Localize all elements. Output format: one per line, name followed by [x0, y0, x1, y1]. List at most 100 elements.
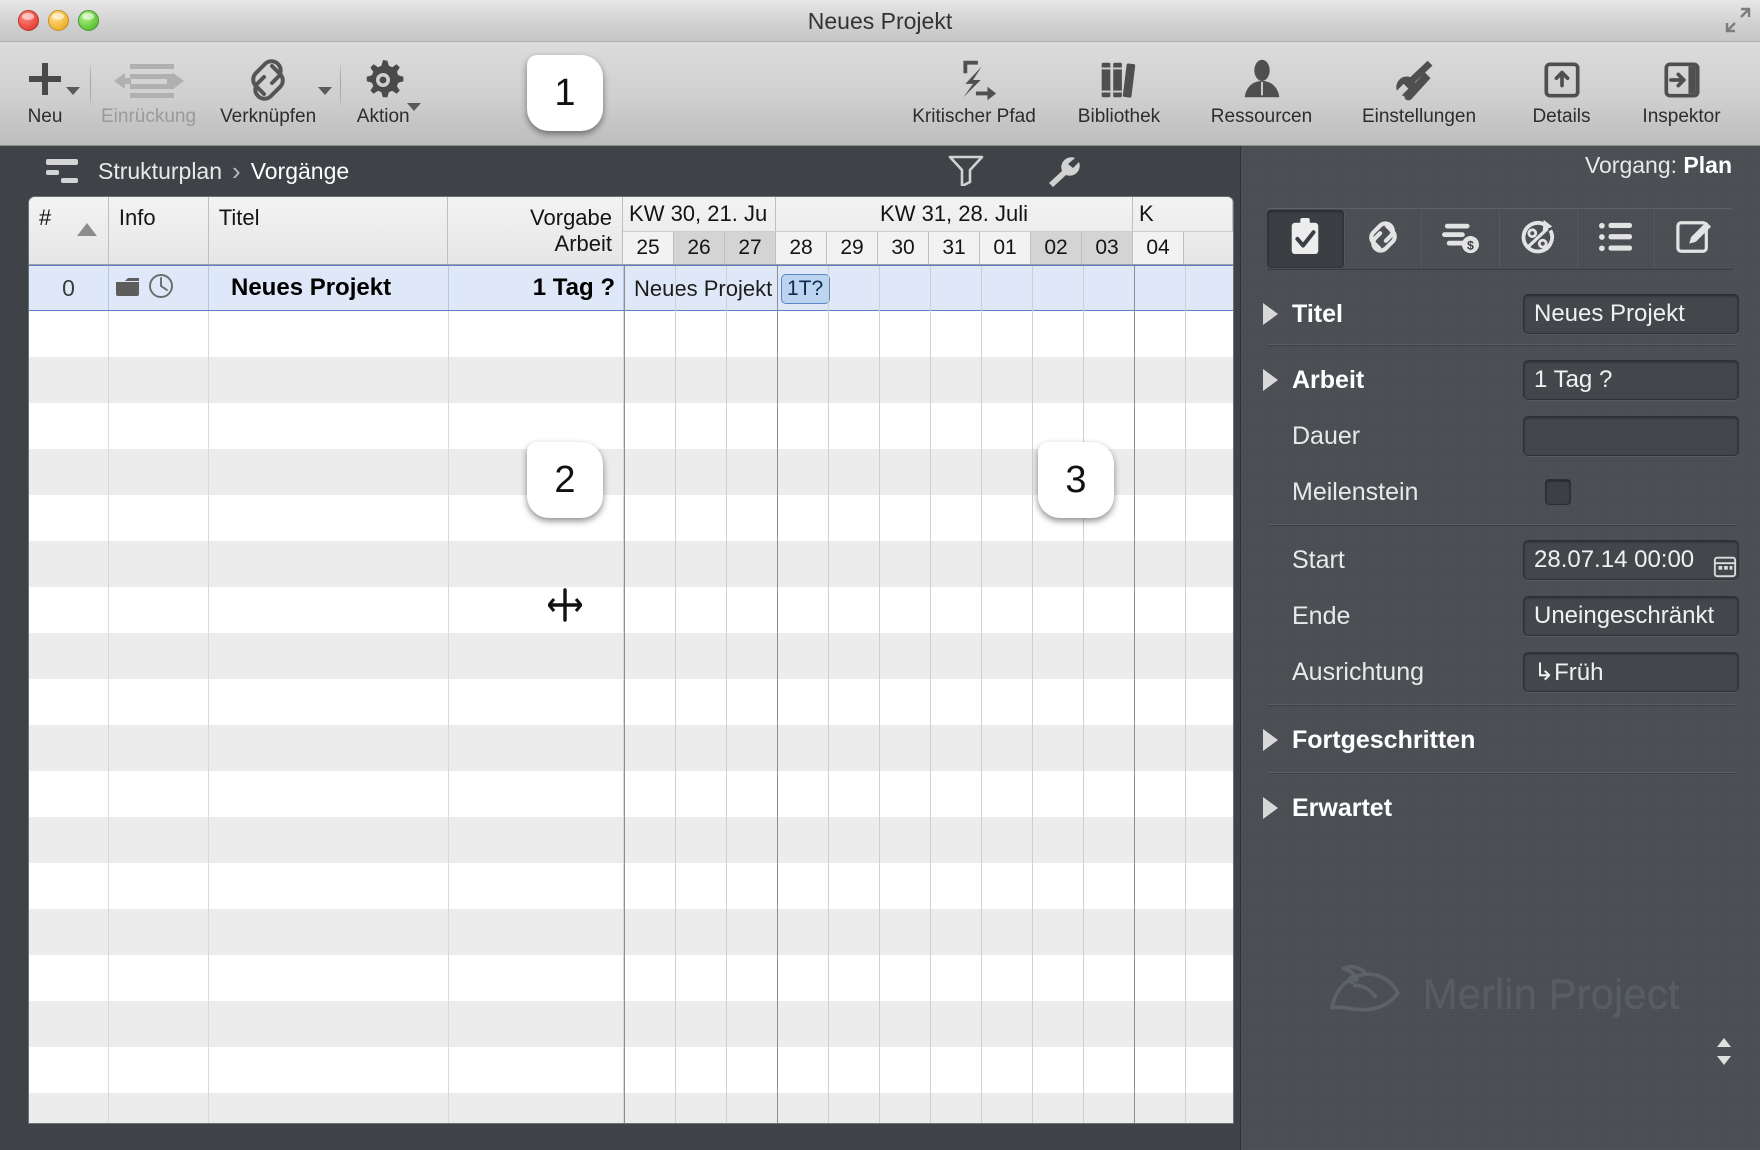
inspector-value-ausrichtung[interactable]: ↳Früh [1523, 652, 1739, 692]
inspector-section-erwartet[interactable]: Erwartet [1241, 780, 1760, 836]
breadcrumb-tools [948, 154, 1080, 193]
milestone-checkbox[interactable] [1545, 479, 1571, 505]
column-header-title[interactable]: Titel [209, 197, 449, 264]
toolbar-settings-button[interactable]: Einstellungen [1334, 42, 1504, 128]
inspector-value-titel[interactable]: Neues Projekt [1523, 294, 1739, 334]
toolbar-inspector-button[interactable]: Inspektor [1619, 42, 1744, 128]
row-work[interactable]: 1 Tag ? [449, 266, 624, 310]
disclosure-triangle-icon[interactable] [1263, 303, 1278, 325]
list-lines-icon [1598, 221, 1634, 258]
table-row-empty[interactable] [29, 1093, 1233, 1123]
tab-task-info[interactable] [1267, 210, 1345, 268]
table-row-empty[interactable] [29, 541, 1233, 587]
new-menu-caret[interactable] [66, 82, 80, 100]
tab-notes[interactable] [1655, 210, 1733, 268]
breadcrumb-item-vorgaenge[interactable]: Vorgänge [251, 158, 349, 185]
tab-progress[interactable] [1500, 210, 1578, 268]
critical-path-icon [949, 52, 999, 108]
row-info-empty [109, 403, 209, 449]
column-header-info[interactable]: Info [109, 197, 209, 264]
row-work-empty [449, 357, 624, 403]
row-work-empty [449, 1001, 624, 1047]
inspector-header-value: Plan [1683, 152, 1732, 178]
action-menu-caret[interactable] [407, 98, 422, 116]
row-info-empty [109, 1001, 209, 1047]
check-circle-icon[interactable] [148, 273, 174, 304]
toolbar-new-button[interactable]: Neu [20, 42, 70, 128]
table-row-empty[interactable] [29, 725, 1233, 771]
toolbar-critical-path-button[interactable]: Kritischer Pfad [899, 42, 1049, 128]
ende-stepper-down-icon[interactable] [1717, 1056, 1731, 1065]
row-info-empty [109, 449, 209, 495]
link-menu-caret[interactable] [318, 82, 333, 100]
resize-diagonal-icon[interactable] [1724, 6, 1752, 34]
tab-fields[interactable] [1578, 210, 1656, 268]
inspector-section-label-erwartet: Erwartet [1292, 793, 1393, 822]
table-row-empty[interactable] [29, 311, 1233, 357]
row-info-icons [109, 266, 209, 310]
resources-icon [1237, 52, 1287, 108]
table-row-empty[interactable] [29, 633, 1233, 679]
row-info-empty [109, 771, 209, 817]
table-row-empty[interactable] [29, 587, 1233, 633]
column-header-work[interactable]: Vorgabe Arbeit [448, 197, 624, 264]
day-cell: 29 [827, 232, 879, 264]
table-row-empty[interactable] [29, 909, 1233, 955]
column-header-num[interactable]: # [29, 197, 109, 264]
row-title-empty [209, 955, 449, 1001]
merlin-branding: Merlin Project [1241, 957, 1760, 1030]
table-row-empty[interactable] [29, 679, 1233, 725]
inspector-label-ausrichtung: Ausrichtung [1292, 657, 1425, 686]
week-label: KW 30, 21. Ju [623, 197, 777, 231]
inspector-header: Vorgang: Plan [1241, 152, 1732, 179]
table-row[interactable]: 0 Neues Projekt 1 Tag ? Neues Projekt 1T… [29, 265, 1233, 311]
row-title[interactable]: Neues Projekt [209, 266, 449, 310]
ende-stepper-up-icon[interactable] [1717, 1038, 1731, 1047]
table-row-empty[interactable] [29, 863, 1233, 909]
table-row-empty[interactable] [29, 955, 1233, 1001]
inspector-value-dauer[interactable] [1523, 416, 1739, 456]
row-gantt-empty [624, 1093, 1233, 1123]
row-gantt-area[interactable]: Neues Projekt 1T? [624, 266, 1233, 310]
toolbar-indent-button[interactable]: Einrückung [101, 42, 196, 128]
callout-badge-1: 1 [527, 55, 603, 131]
tab-costs[interactable]: $ [1422, 210, 1501, 268]
table-row-empty[interactable] [29, 357, 1233, 403]
toolbar-resources-button[interactable]: Ressourcen [1189, 42, 1334, 128]
row-work-empty [449, 633, 624, 679]
filter-funnel-icon[interactable] [948, 154, 984, 193]
gantt-row-label: Neues Projekt [634, 276, 773, 301]
row-number-empty [29, 1047, 109, 1093]
disclosure-triangle-icon[interactable] [1263, 729, 1278, 751]
table-row-empty[interactable] [29, 1001, 1233, 1047]
disclosure-triangle-icon[interactable] [1263, 369, 1278, 391]
toolbar-library-button[interactable]: Bibliothek [1049, 42, 1189, 128]
gantt-bar[interactable]: 1T? [781, 274, 830, 304]
inspector-icon [1658, 52, 1706, 108]
wrench-icon[interactable] [1044, 154, 1080, 193]
inspector-value-start[interactable]: 28.07.14 00:00 [1523, 540, 1739, 580]
tab-dependencies[interactable] [1345, 210, 1423, 268]
row-title-empty [209, 357, 449, 403]
table-row-empty[interactable] [29, 1047, 1233, 1093]
toolbar-details-button[interactable]: Details [1504, 42, 1619, 128]
day-cell: 02 [1031, 232, 1083, 264]
resize-cursor-icon [547, 588, 583, 622]
toolbar-divider [90, 62, 91, 108]
callout-badge-3: 3 [1038, 442, 1114, 518]
table-row-empty[interactable] [29, 817, 1233, 863]
outline-view-icon[interactable] [45, 158, 81, 184]
table-row-empty[interactable] [29, 771, 1233, 817]
disclosure-triangle-icon[interactable] [1263, 797, 1278, 819]
folder-icon[interactable] [115, 275, 141, 302]
inspector-section-fortgeschritten[interactable]: Fortgeschritten [1241, 712, 1760, 768]
toolbar-action-button[interactable]: Aktion [353, 42, 413, 128]
inspector-value-arbeit[interactable]: 1 Tag ? [1523, 360, 1739, 400]
toolbar-divider-2 [340, 62, 342, 108]
breadcrumb-item-strukturplan[interactable]: Strukturplan [98, 158, 222, 185]
inspector-value-ende[interactable]: Uneingeschränkt [1523, 596, 1739, 636]
day-cell: 01 [980, 232, 1032, 264]
row-info-empty [109, 725, 209, 771]
calendar-icon[interactable] [1713, 554, 1739, 580]
toolbar-link-button[interactable]: Verknüpfen [220, 42, 316, 128]
